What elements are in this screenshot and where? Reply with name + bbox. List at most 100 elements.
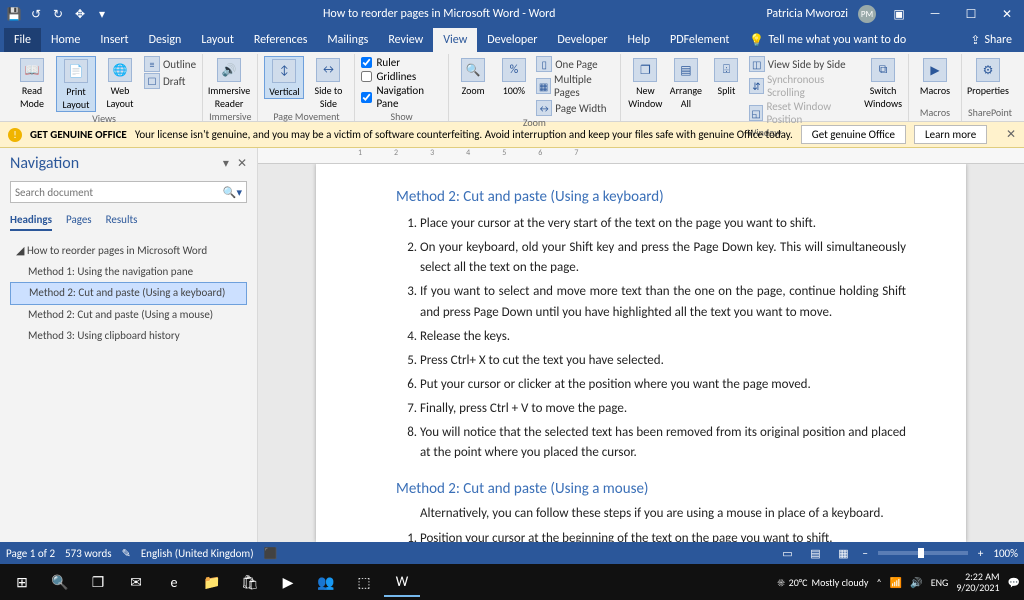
print-view-icon[interactable]: ▤ (806, 547, 824, 560)
explorer-icon[interactable]: 📁 (194, 567, 230, 597)
zoom-in-icon[interactable]: + (978, 547, 983, 560)
horizontal-ruler[interactable]: 1234567 (258, 148, 1024, 164)
one-page-button[interactable]: ▯One Page (536, 56, 614, 72)
tree-item[interactable]: Method 1: Using the navigation pane (10, 262, 247, 283)
nav-tab-headings[interactable]: Headings (10, 213, 52, 231)
vertical-button[interactable]: ↕Vertical (264, 56, 304, 99)
store-icon[interactable]: 🛍 (232, 567, 268, 597)
group-zoom: 🔍Zoom %100% ▯One Page ▦Multiple Pages ↔P… (449, 54, 621, 121)
close-icon[interactable]: ✕ (994, 7, 1020, 22)
minimize-icon[interactable]: — (922, 7, 948, 21)
start-button[interactable]: ⊞ (4, 567, 40, 597)
language-indicator[interactable]: English (United Kingdom) (141, 547, 254, 560)
maximize-icon[interactable]: ☐ (958, 7, 984, 22)
web-layout-button[interactable]: 🌐Web Layout (100, 56, 140, 110)
titlebar-right: Patricia Mworozi PM ▣ — ☐ ✕ (766, 5, 1020, 23)
share-button[interactable]: ⇪Share (958, 28, 1024, 52)
navigation-pane-checkbox[interactable]: Navigation Pane (361, 84, 441, 110)
tab-insert[interactable]: Insert (90, 28, 138, 52)
view-side-by-side-button[interactable]: ◫View Side by Side (749, 56, 860, 72)
zoom-level[interactable]: 100% (993, 547, 1018, 560)
gridlines-checkbox[interactable]: Gridlines (361, 70, 441, 83)
tab-file[interactable]: File (4, 28, 41, 52)
tab-view[interactable]: View (433, 28, 477, 52)
read-view-icon[interactable]: ▭ (778, 547, 796, 560)
close-warning-icon[interactable]: ✕ (1006, 127, 1016, 142)
tab-review[interactable]: Review (378, 28, 433, 52)
ruler-checkbox[interactable]: Ruler (361, 56, 441, 69)
tab-developer-1[interactable]: Developer (477, 28, 547, 52)
switch-windows-button[interactable]: ⧉Switch Windows (864, 56, 902, 110)
spellcheck-icon[interactable]: ✎ (122, 547, 131, 560)
learn-more-button[interactable]: Learn more (914, 125, 987, 144)
side-to-side-button[interactable]: ↔Side to Side (308, 56, 348, 110)
redo-icon[interactable]: ↻ (48, 7, 68, 22)
touch-mode-icon[interactable]: ✥ (70, 7, 90, 22)
tree-root[interactable]: ◢ How to reorder pages in Microsoft Word (10, 241, 247, 262)
zoom-slider[interactable] (878, 551, 968, 555)
tree-item[interactable]: Method 2: Cut and paste (Using a mouse) (10, 305, 247, 326)
user-avatar[interactable]: PM (858, 5, 876, 23)
word-count[interactable]: 573 words (65, 547, 112, 560)
outline-button[interactable]: ≡Outline (144, 56, 196, 72)
weather-widget[interactable]: ☀ 20°C Mostly cloudy (777, 576, 868, 589)
qat-more-icon[interactable]: ▾ (92, 7, 112, 22)
app-icon[interactable]: ⬚ (346, 567, 382, 597)
properties-button[interactable]: ⚙Properties (968, 56, 1008, 97)
macros-button[interactable]: ▶Macros (915, 56, 955, 97)
clock[interactable]: 2:22 AM9/20/2021 (956, 571, 999, 593)
tab-references[interactable]: References (244, 28, 318, 52)
tree-item-selected[interactable]: Method 2: Cut and paste (Using a keyboar… (10, 282, 247, 305)
tray-chevron-icon[interactable]: ˄ (876, 576, 881, 589)
search-taskbar-icon[interactable]: 🔍 (42, 567, 78, 597)
page-indicator[interactable]: Page 1 of 2 (6, 547, 55, 560)
page-width-button[interactable]: ↔Page Width (536, 100, 614, 116)
network-icon[interactable]: 📶 (890, 576, 902, 589)
zoom-out-icon[interactable]: − (862, 547, 867, 560)
app-icon[interactable]: ▶ (270, 567, 306, 597)
nav-tab-pages[interactable]: Pages (66, 213, 92, 231)
tab-developer-2[interactable]: Developer (547, 28, 617, 52)
new-window-button[interactable]: ❐New Window (627, 56, 664, 110)
draft-button[interactable]: ☐Draft (144, 73, 196, 89)
tell-me-search[interactable]: 💡Tell me what you want to do (739, 28, 916, 52)
tree-item[interactable]: Method 3: Using clipboard history (10, 326, 247, 347)
language-tray[interactable]: ENG (931, 576, 949, 589)
get-genuine-button[interactable]: Get genuine Office (801, 125, 906, 144)
tab-help[interactable]: Help (618, 28, 661, 52)
tab-mailings[interactable]: Mailings (317, 28, 378, 52)
nav-search-box[interactable]: 🔍▾ (10, 181, 247, 203)
web-view-icon[interactable]: ▦ (834, 547, 852, 560)
save-icon[interactable]: 💾 (4, 7, 24, 22)
undo-icon[interactable]: ↺ (26, 7, 46, 22)
tab-design[interactable]: Design (139, 28, 192, 52)
tab-layout[interactable]: Layout (191, 28, 244, 52)
ribbon-options-icon[interactable]: ▣ (886, 7, 912, 22)
word-taskbar-icon[interactable]: W (384, 567, 420, 597)
read-mode-button[interactable]: 📖Read Mode (12, 56, 52, 110)
arrange-all-button[interactable]: ▤Arrange All (668, 56, 705, 110)
multiple-pages-button[interactable]: ▦Multiple Pages (536, 73, 614, 99)
nav-tab-results[interactable]: Results (106, 213, 138, 231)
immersive-reader-button[interactable]: 🔊Immersive Reader (209, 56, 249, 110)
search-input[interactable] (15, 186, 223, 199)
zoom-button[interactable]: 🔍Zoom (455, 56, 492, 97)
split-button[interactable]: ⌹Split (708, 56, 745, 97)
search-icon[interactable]: 🔍▾ (223, 186, 242, 199)
nav-pane-close-icon[interactable]: ✕ (237, 156, 247, 171)
user-name[interactable]: Patricia Mworozi (766, 7, 848, 21)
notifications-icon[interactable]: 💬 (1008, 576, 1020, 589)
volume-icon[interactable]: 🔊 (910, 576, 922, 589)
edge-icon[interactable]: e (156, 567, 192, 597)
tab-home[interactable]: Home (41, 28, 90, 52)
mail-icon[interactable]: ✉ (118, 567, 154, 597)
print-layout-button[interactable]: 📄Print Layout (56, 56, 96, 112)
read-mode-icon: 📖 (20, 58, 44, 82)
nav-pane-options-icon[interactable]: ▾ (223, 156, 229, 171)
tab-pdfelement[interactable]: PDFelement (660, 28, 739, 52)
teams-icon[interactable]: 👥 (308, 567, 344, 597)
document-canvas[interactable]: Method 2: Cut and paste (Using a keyboar… (258, 164, 1024, 542)
task-view-icon[interactable]: ❐ (80, 567, 116, 597)
macro-record-icon[interactable]: ⬛ (264, 547, 278, 560)
zoom-100-button[interactable]: %100% (495, 56, 532, 97)
